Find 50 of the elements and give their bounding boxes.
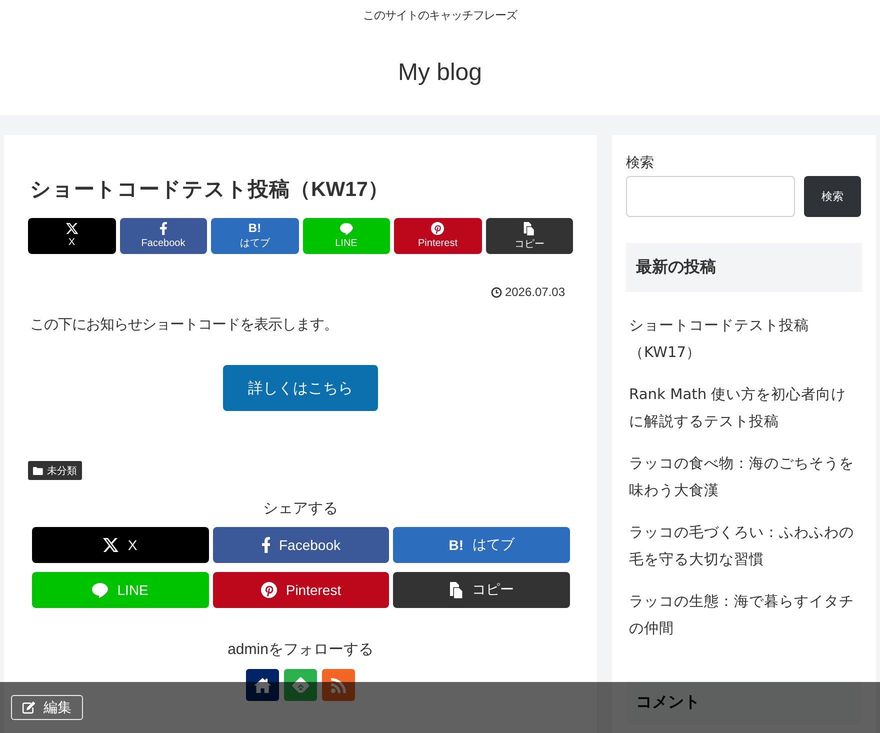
x-share-button[interactable]: X	[32, 527, 209, 563]
copy-icon	[523, 222, 535, 236]
x-share-button[interactable]: X	[28, 218, 116, 254]
feedly-icon	[292, 677, 310, 693]
feedly-button[interactable]	[284, 669, 317, 701]
rss-icon	[331, 678, 346, 692]
follow-heading: adminをフォローする	[228, 640, 374, 660]
speech-bubble-icon	[92, 582, 108, 598]
rss-button[interactable]	[322, 669, 355, 701]
hatena-share-button[interactable]: B! はてブ	[211, 218, 298, 254]
recent-posts-heading: 最新の投稿	[626, 243, 862, 292]
facebook-share-button[interactable]: Facebook	[212, 527, 390, 563]
post-text: この下にお知らせショートコードを表示します。	[30, 316, 338, 335]
facebook-f-icon	[262, 537, 270, 553]
recent-post-link[interactable]: ラッコの生態：海で暮らすイタチの仲間	[629, 588, 854, 642]
pinterest-icon	[260, 582, 277, 598]
search-label: 検索	[626, 154, 654, 170]
folder-icon	[33, 466, 43, 474]
facebook-f-icon	[160, 222, 167, 235]
search-input[interactable]	[626, 176, 795, 217]
recent-post-link[interactable]: Rank Math 使い方を初心者向けに解説するテスト投稿	[629, 381, 854, 435]
x-logo-icon	[66, 223, 78, 234]
facebook-share-button[interactable]: Facebook	[120, 218, 207, 254]
hatena-b-icon: B!	[448, 537, 464, 553]
recent-post-link[interactable]: ショートコードテスト投稿（KW17）	[629, 312, 854, 366]
home-icon	[254, 678, 272, 692]
speech-bubble-icon	[340, 222, 353, 234]
search-button[interactable]: 検索	[804, 176, 861, 217]
x-logo-icon	[103, 538, 119, 552]
site-title[interactable]: My blog	[398, 56, 482, 90]
copy-button[interactable]: コピー	[393, 572, 570, 608]
pinterest-icon	[431, 222, 444, 235]
post-date: 2026.07.03	[504, 284, 565, 300]
edit-icon	[22, 701, 37, 714]
site-tagline: このサイトのキャッチフレーズ	[363, 8, 517, 24]
hatena-share-button[interactable]: B! はてブ	[393, 527, 570, 563]
recent-post-link[interactable]: ラッコの食べ物：海のごちそうを味わう大食漢	[629, 450, 854, 504]
edit-button[interactable]: 編集	[11, 695, 83, 720]
share-heading: シェアする	[263, 499, 338, 519]
copy-icon	[449, 582, 464, 598]
details-button[interactable]: 詳しくはこちら	[223, 365, 378, 411]
pinterest-share-button[interactable]: Pinterest	[394, 218, 482, 254]
home-button[interactable]	[246, 669, 279, 701]
pinterest-share-button[interactable]: Pinterest	[212, 572, 390, 608]
clock-icon	[490, 286, 502, 298]
hatena-b-icon: B!	[248, 222, 262, 235]
category-link[interactable]: 未分類	[28, 461, 82, 480]
post-title: ショートコードテスト投稿（KW17）	[30, 177, 389, 203]
recent-post-link[interactable]: ラッコの毛づくろい：ふわふわの毛を守る大切な習慣	[629, 519, 854, 573]
copy-button[interactable]: コピー	[486, 218, 573, 254]
